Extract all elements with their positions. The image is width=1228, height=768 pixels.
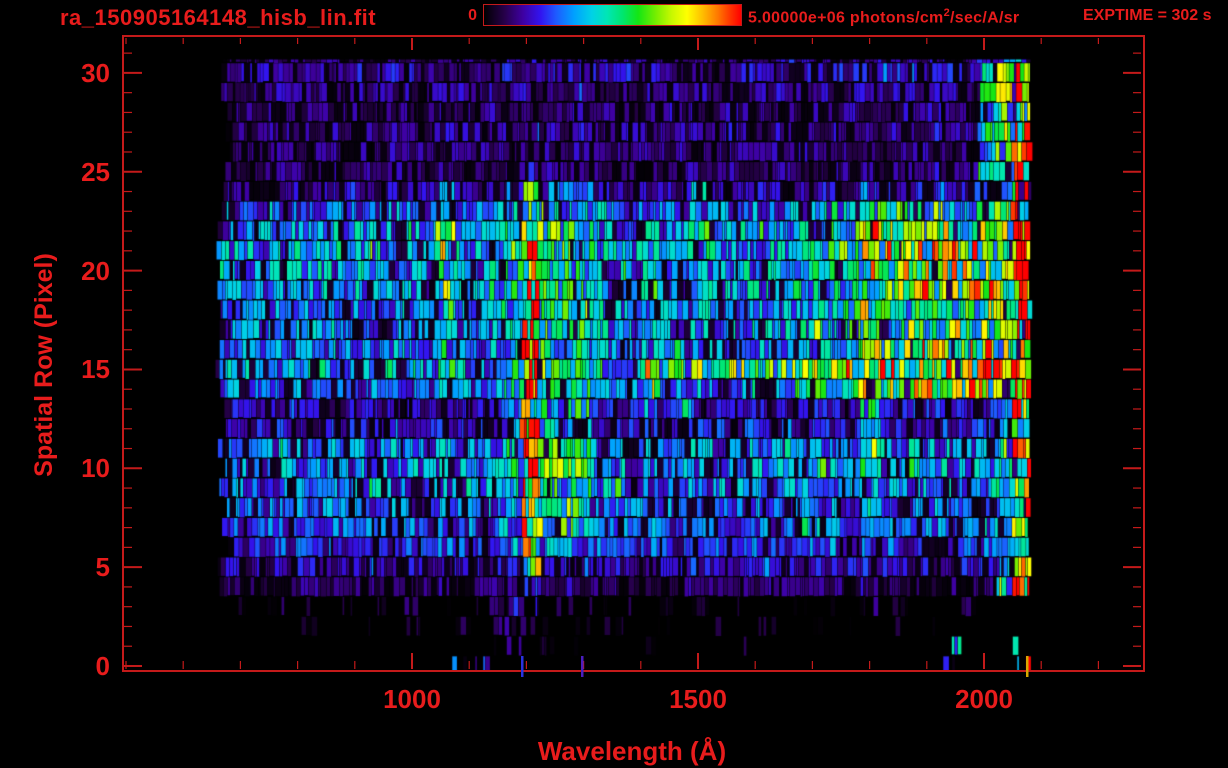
- colorbar-max-value: 5.00000e+06 photons/cm: [748, 9, 944, 27]
- y-tick-label: 30: [81, 57, 110, 88]
- x-tick-label: 1500: [669, 684, 727, 714]
- y-tick-label: 0: [95, 651, 110, 681]
- spectrogram-viewer: ra_150905164148_hisb_lin.fit 0 5.00000e+…: [0, 0, 1228, 768]
- x-tick-label: 2000: [955, 684, 1013, 714]
- y-axis-title: Spatial Row (Pixel): [30, 253, 58, 477]
- exptime-label: EXPTIME = 302 s: [1083, 7, 1212, 24]
- file-title: ra_150905164148_hisb_lin.fit: [60, 5, 377, 30]
- colorbar-max-label: 5.00000e+06 photons/cm2/sec/A/sr: [748, 7, 1019, 27]
- colorbar-gradient: [483, 4, 742, 26]
- heatmap-canvas: [124, 37, 1143, 670]
- x-tick-label: 1000: [383, 684, 441, 714]
- colorbar-min-label: 0: [468, 7, 477, 24]
- x-axis-title: Wavelength (Å): [537, 736, 727, 766]
- colorbar-max-units: /sec/A/sr: [950, 9, 1020, 27]
